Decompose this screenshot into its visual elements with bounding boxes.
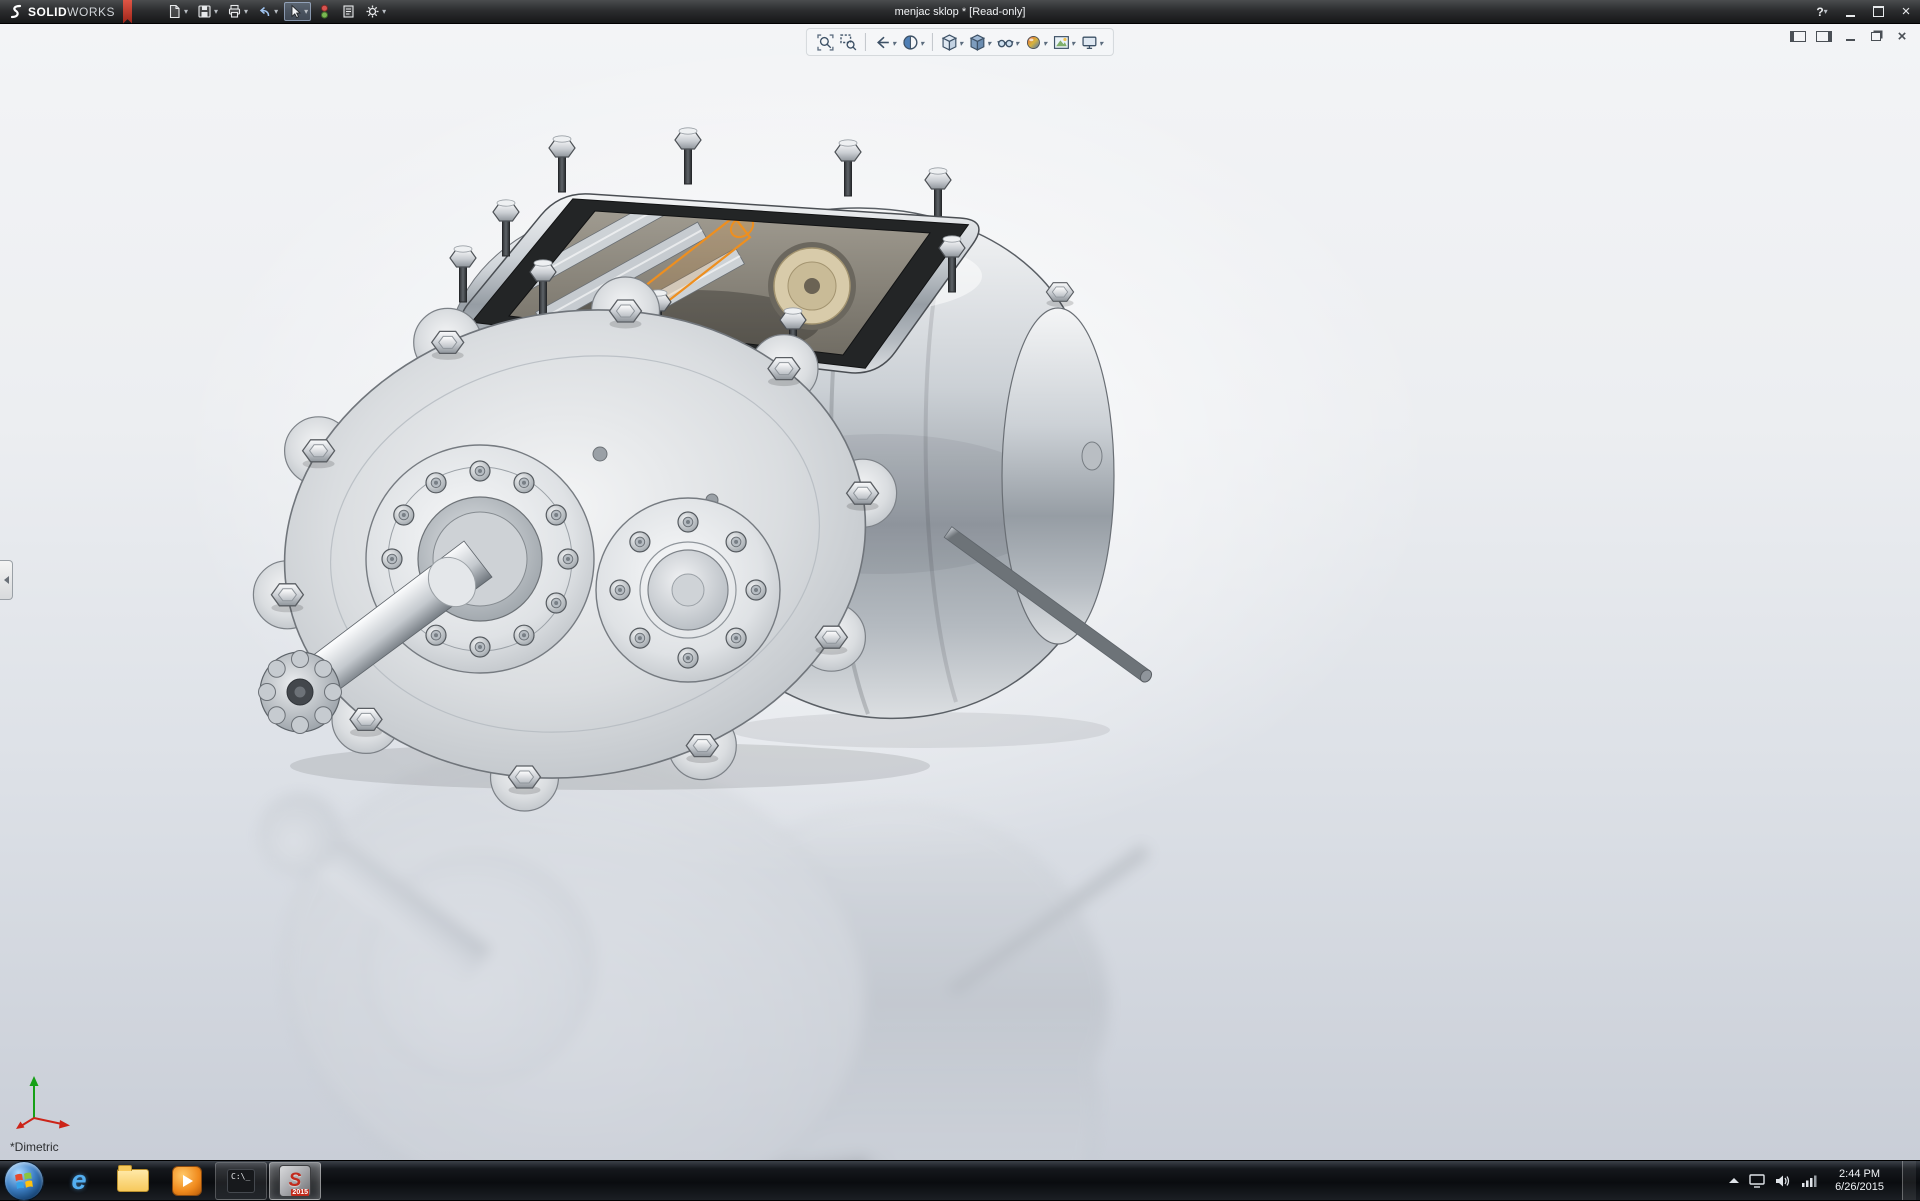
pane-left-button[interactable] [1790,29,1806,43]
apply-scene-icon [1053,34,1070,51]
view-orientation-button[interactable] [939,31,965,53]
hide-show-items-button[interactable] [995,31,1021,53]
solidworks-logo: SOLIDWORKS [0,0,138,23]
help-button[interactable] [1808,0,1836,23]
undo-button[interactable] [254,2,281,21]
featuremanager-collapsed-tab[interactable] [0,560,13,600]
display-style-icon [969,34,986,51]
save-button[interactable] [194,2,221,21]
taskbar: e C:\_ S 2015 2:44 PM 6/2 [0,1160,1920,1200]
maximize-button[interactable] [1864,0,1892,23]
document-close-button[interactable] [1894,29,1910,43]
sheet-properties-button[interactable] [338,2,359,21]
show-hidden-icons-button[interactable] [1729,1178,1739,1183]
save-icon [197,4,212,19]
taskbar-command-prompt[interactable]: C:\_ [215,1162,267,1200]
previous-view-icon [874,34,891,51]
hide-show-items-glasses-icon [997,34,1014,51]
edit-appearance-button[interactable] [1023,31,1049,53]
system-tray: 2:44 PM 6/26/2015 [1729,1161,1920,1200]
rebuild-icon [317,4,332,19]
rebuild-button[interactable] [314,2,335,21]
clock-date: 6/26/2015 [1835,1181,1884,1194]
solidworks-2015-icon: S 2015 [279,1165,311,1197]
volume-tray-icon[interactable] [1775,1174,1791,1188]
display-style-button[interactable] [967,31,993,53]
print-icon [227,4,242,19]
network-tray-icon[interactable] [1801,1174,1817,1188]
brand-text: SOLIDWORKS [28,5,115,19]
graphics-viewport[interactable]: *Dimetric [0,24,1920,1160]
document-window-controls [1790,29,1910,43]
options-button[interactable] [362,2,389,21]
window-title: menjac sklop * [Read-only] [895,0,1026,24]
apply-scene-button[interactable] [1051,31,1077,53]
show-desktop-button[interactable] [1902,1161,1916,1200]
view-orientation-cube-icon [941,34,958,51]
view-settings-icon [1081,34,1098,51]
chevron-left-icon [4,576,9,584]
options-gear-icon [365,4,380,19]
zoom-to-fit-button[interactable] [815,32,836,53]
document-restore-button[interactable] [1868,29,1884,43]
select-cursor-icon [287,4,302,19]
hud-separator [932,33,933,51]
display-tray-icon[interactable] [1749,1174,1765,1188]
view-orientation-label: *Dimetric [10,1140,59,1154]
media-player-icon [172,1166,202,1196]
taskbar-internet-explorer[interactable]: e [53,1162,105,1200]
minimize-button[interactable] [1836,0,1864,23]
new-document-button[interactable] [164,2,191,21]
zoom-to-fit-icon [817,34,834,51]
clock-time: 2:44 PM [1835,1168,1884,1181]
folder-icon [117,1169,149,1192]
gearbox-assembly-model[interactable] [0,24,1920,1160]
view-settings-button[interactable] [1079,31,1105,53]
solidworks-logo-icon [8,4,24,20]
solidworks-desktop: { "titlebar": { "logo": { "brand_bold": … [0,0,1920,1200]
zoom-to-area-button[interactable] [838,32,859,53]
taskbar-file-explorer[interactable] [107,1162,159,1200]
internet-explorer-icon: e [71,1167,86,1194]
taskbar-media-player[interactable] [161,1162,213,1200]
undo-icon [257,4,272,19]
edit-appearance-ball-icon [1025,34,1042,51]
hud-separator [865,33,866,51]
close-button[interactable] [1892,0,1920,23]
orientation-triad [14,1070,78,1132]
start-button[interactable] [4,1161,44,1201]
taskbar-solidworks[interactable]: S 2015 [269,1162,321,1200]
windows-flag-icon [14,1171,34,1191]
secondary-bearing-cover[interactable] [596,498,780,682]
brand-red-tab-icon [123,0,132,24]
titlebar-window-controls [1808,0,1920,23]
select-tool-button[interactable] [284,2,311,21]
document-minimize-button[interactable] [1842,29,1858,43]
heads-up-view-toolbar [806,28,1114,56]
pane-right-button[interactable] [1816,29,1832,43]
previous-view-button[interactable] [872,31,898,53]
titlebar: SOLIDWORKS [0,0,1920,24]
sheet-properties-icon [341,4,356,19]
section-view-icon [902,34,919,51]
standard-toolbar [164,0,389,23]
command-prompt-icon: C:\_ [227,1169,255,1193]
section-view-button[interactable] [900,31,926,53]
new-document-icon [167,4,182,19]
print-button[interactable] [224,2,251,21]
taskbar-clock[interactable]: 2:44 PM 6/26/2015 [1827,1168,1892,1194]
zoom-to-area-icon [840,34,857,51]
solidworks-year-badge: 2015 [291,1189,309,1196]
